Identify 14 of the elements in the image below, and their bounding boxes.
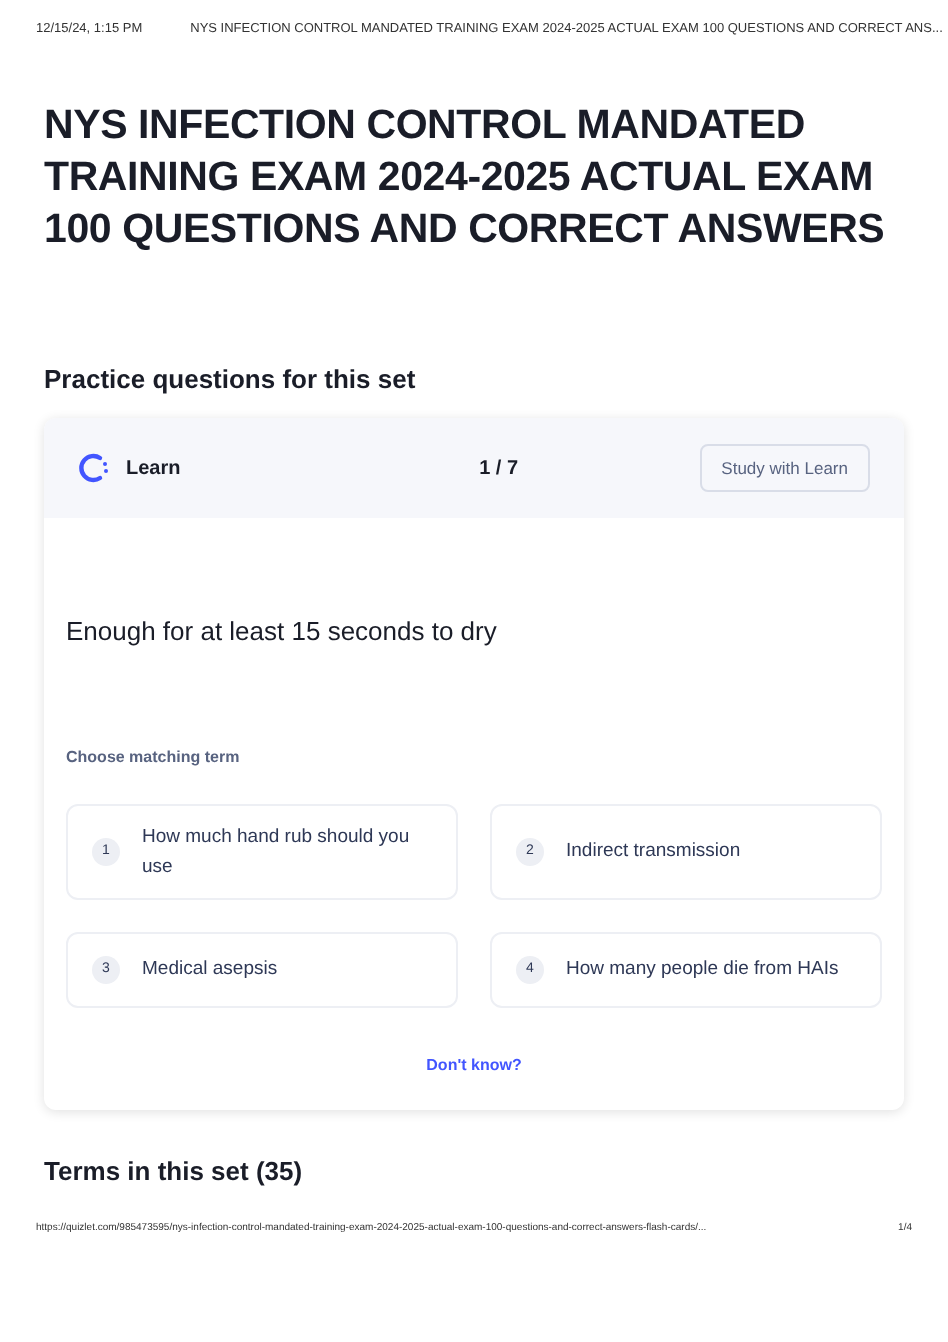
- prompt-label: Choose matching term: [66, 745, 242, 770]
- option-text: How much hand rub should you use: [142, 823, 412, 882]
- mode-label: Learn: [126, 455, 181, 484]
- option-text: How many people die from HAIs: [566, 956, 839, 985]
- learn-icon: [78, 452, 110, 485]
- section-heading: Practice questions for this set: [44, 361, 418, 398]
- progress-counter: 1 / 7: [477, 455, 521, 484]
- section-heading: Terms in this set (35): [44, 1153, 305, 1190]
- dont-know-link[interactable]: Don't know?: [426, 1053, 522, 1078]
- study-button[interactable]: Study with Learn: [699, 444, 870, 493]
- question-text: Enough for at least 15 seconds to dry: [66, 614, 499, 651]
- option-text: Medical asepsis: [142, 956, 278, 985]
- page-title: NYS INFECTION CONTROL MANDATED TRAINING EXAM 2024-2025 ACTUAL EXAM 100 QUESTIONS AND CORRECT ANSWERS: [44, 99, 887, 256]
- option-text: Indirect transmission: [566, 838, 741, 867]
